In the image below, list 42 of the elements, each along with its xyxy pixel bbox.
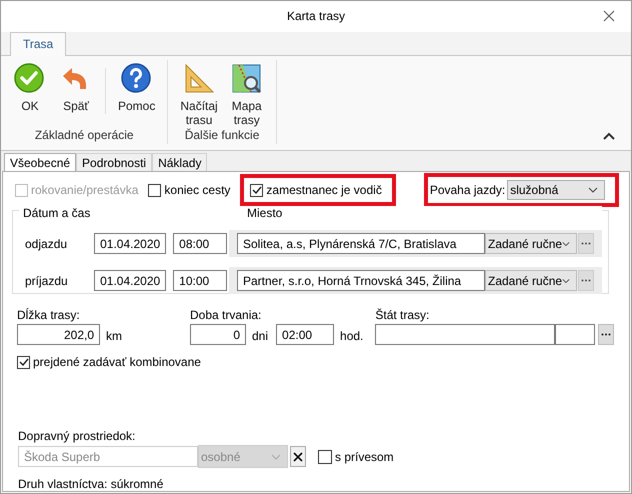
tab[interactable]: Všeobecné bbox=[4, 153, 76, 171]
ribbon-button[interactable]: Späť bbox=[53, 62, 99, 128]
tab[interactable]: Náklady bbox=[152, 153, 208, 171]
place-field[interactable]: Partner, s.r.o, Horná Trnovská 345, Žilina bbox=[237, 270, 485, 291]
field-label: Štát trasy: bbox=[375, 308, 430, 322]
window-title: Karta trasy bbox=[286, 9, 346, 24]
ribbon-tab[interactable]: Trasa bbox=[10, 32, 66, 56]
trip-type-dropdown[interactable]: služobná bbox=[507, 180, 606, 200]
tab[interactable]: Podrobnosti bbox=[76, 153, 152, 171]
column-header: Miesto bbox=[247, 206, 282, 220]
group-label: Ďalšie funkcie bbox=[184, 128, 260, 144]
field-label: Dĺžka trasy: bbox=[17, 308, 81, 322]
ribbon-button[interactable]: Pomoc bbox=[112, 62, 162, 128]
time-field[interactable]: 08:00 bbox=[173, 233, 227, 254]
checkbox[interactable]: prejdené zadávať kombinovane bbox=[17, 355, 613, 369]
date-field[interactable]: 01.04.2020 bbox=[94, 270, 166, 291]
time-field[interactable]: 02:00 bbox=[276, 324, 334, 345]
place-field[interactable]: Solitea, a.s, Plynárenská 7/C, Bratislava bbox=[237, 233, 485, 254]
column-header: Dátum a čas bbox=[23, 206, 92, 220]
unit-label: dni bbox=[252, 329, 268, 343]
checkbox[interactable]: koniec cesty bbox=[148, 183, 230, 197]
vehicle-field: Škoda Superb bbox=[18, 446, 198, 467]
mode-dropdown[interactable]: Zadané ručne bbox=[485, 233, 577, 254]
ribbon-button[interactable]: OK bbox=[7, 62, 53, 128]
ribbon-button[interactable]: Načítaj trasu bbox=[174, 62, 224, 128]
unit-label: km bbox=[106, 329, 122, 343]
field-label: Dopravný prostriedok: bbox=[18, 429, 136, 443]
days-field[interactable]: 0 bbox=[190, 324, 246, 345]
field-label: Doba trvania: bbox=[190, 308, 262, 322]
row-label: príjazdu bbox=[24, 274, 69, 288]
unit-label: hod. bbox=[340, 329, 364, 343]
group-label: Základné operácie bbox=[34, 128, 135, 144]
checkbox: rokovanie/prestávka bbox=[15, 183, 138, 197]
mode-dropdown[interactable]: Zadané ručne bbox=[485, 270, 577, 291]
ribbon-button[interactable]: Mapa trasy bbox=[224, 62, 270, 128]
row-label: odjazdu bbox=[24, 236, 68, 250]
date-field[interactable]: 01.04.2020 bbox=[94, 233, 166, 254]
time-field[interactable]: 10:00 bbox=[173, 270, 227, 291]
length-field[interactable]: 202,0 bbox=[17, 324, 100, 345]
ownership-text: Druh vlastníctva: súkromné bbox=[18, 477, 164, 491]
checkbox[interactable]: zamestnanec je vodič bbox=[250, 183, 382, 197]
field-label: Povaha jazdy: bbox=[430, 183, 506, 197]
